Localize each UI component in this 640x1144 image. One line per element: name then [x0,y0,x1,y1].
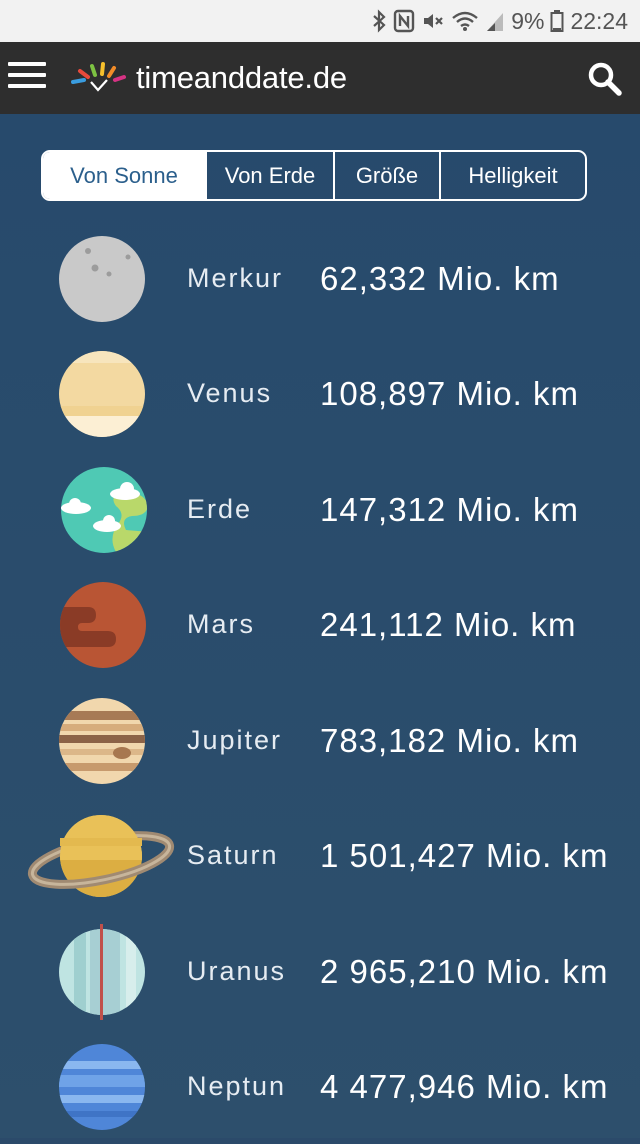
planet-distance: 4 477,946 Mio. km [320,1068,609,1105]
planet-row-saturn: Saturn 1 501,427 Mio. km [0,798,640,913]
battery-percent: 9% [511,7,545,34]
uranus-icon [59,924,145,1020]
search-icon [588,62,622,96]
planet-name: Mars [187,609,255,639]
planet-distance: 108,897 Mio. km [320,375,579,412]
planet-row-jupiter: Jupiter 783,182 Mio. km [0,683,640,798]
planet-row-venus: Venus 108,897 Mio. km [0,336,640,451]
planet-name: Neptun [187,1071,287,1101]
battery-icon [550,9,564,33]
planet-row-erde: Erde 147,312 Mio. km [0,452,640,567]
bluetooth-icon [371,9,387,33]
tab-groesse[interactable]: Größe [333,152,439,199]
planet-row-neptun: Neptun 4 477,946 Mio. km [0,1029,640,1144]
planet-distance: 241,112 Mio. km [320,606,577,643]
planet-name: Merkur [187,263,284,293]
planet-name: Venus [187,378,273,408]
earth-icon [61,467,147,553]
tab-von-sonne[interactable]: Von Sonne [43,152,205,199]
signal-icon [485,9,505,33]
app-header: timeanddate.de [0,42,640,114]
planet-name: Uranus [187,956,287,986]
menu-button[interactable] [8,62,46,94]
planet-distance-panel: Von Sonne Von Erde Größe Helligkeit Merk… [0,114,640,1138]
status-bar: 9% 22:24 [0,0,640,42]
logo-text: timeanddate.de [136,60,347,95]
planet-row-uranus: Uranus 2 965,210 Mio. km [0,914,640,1029]
nfc-icon [393,9,415,33]
site-logo[interactable]: timeanddate.de [70,56,347,100]
planet-distance: 62,332 Mio. km [320,260,560,297]
planet-distance: 147,312 Mio. km [320,491,579,528]
mars-icon [60,582,146,668]
planet-distance: 2 965,210 Mio. km [320,953,609,990]
logo-sunburst-icon [71,62,126,92]
planet-row-merkur: Merkur 62,332 Mio. km [0,221,640,336]
planet-distance: 1 501,427 Mio. km [320,837,609,874]
saturn-icon [27,815,175,897]
mute-icon [421,9,445,33]
tab-helligkeit[interactable]: Helligkeit [439,152,585,199]
menu-icon [8,62,46,88]
planet-row-mars: Mars 241,112 Mio. km [0,567,640,682]
planet-name: Saturn [187,840,279,870]
sort-tabs: Von Sonne Von Erde Größe Helligkeit [41,150,587,201]
wifi-icon [451,9,479,33]
planet-name: Erde [187,494,253,524]
planet-name: Jupiter [187,725,283,755]
clock: 22:24 [570,7,628,34]
jupiter-icon [59,698,145,784]
status-icons: 9% 22:24 [371,0,628,42]
tab-von-erde[interactable]: Von Erde [205,152,333,199]
neptune-icon [59,1044,145,1130]
venus-icon [59,351,145,437]
planet-distance: 783,182 Mio. km [320,722,579,759]
search-button[interactable] [586,60,624,98]
mercury-icon [59,236,145,322]
